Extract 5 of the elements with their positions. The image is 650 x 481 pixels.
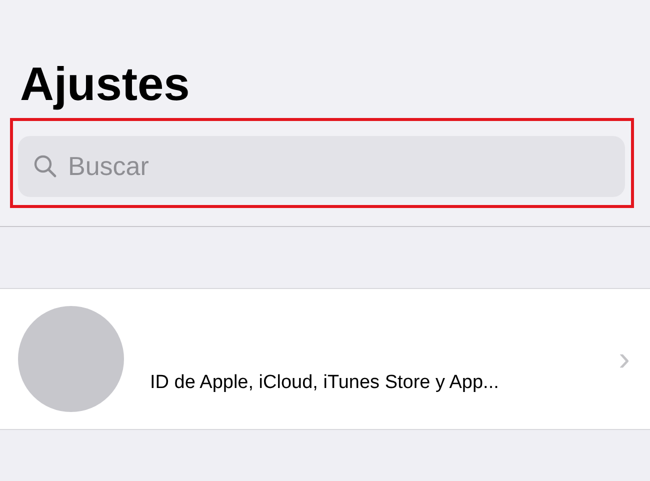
account-row[interactable]: ID de Apple, iCloud, iTunes Store y App... › (0, 288, 650, 430)
account-subtitle: ID de Apple, iCloud, iTunes Store y App... (150, 372, 500, 394)
chevron-icon: › (618, 342, 630, 376)
search-field[interactable]: Buscar (18, 136, 625, 197)
page-title: Ajustes (20, 58, 190, 110)
